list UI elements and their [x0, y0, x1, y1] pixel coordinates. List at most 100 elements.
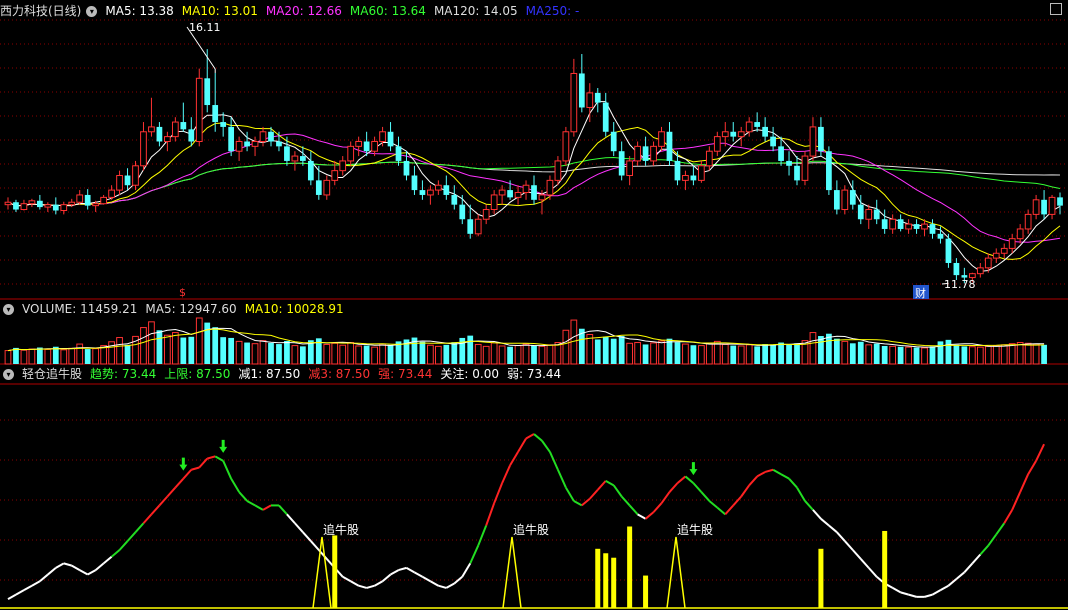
volume-bar: [28, 348, 36, 365]
signal-bar: [611, 557, 617, 608]
candle-body: [618, 151, 625, 176]
indicator-segment: [1011, 491, 1022, 511]
volume-bar: [610, 338, 617, 364]
candle-body: [929, 224, 936, 234]
volume-bar: [482, 345, 490, 365]
indicator-segment: [501, 464, 512, 484]
indicator-segment: [995, 522, 1006, 535]
candle-body: [1016, 228, 1024, 240]
indicator-segment: [700, 491, 711, 502]
indicator-title: 轻仓追牛股: [22, 367, 83, 381]
chevron-down-icon[interactable]: ▾: [3, 304, 14, 315]
candle-body: [459, 204, 466, 220]
indicator-segment: [637, 513, 647, 520]
indicator-segment: [166, 486, 177, 498]
candle-body: [818, 126, 824, 152]
indicator-segment: [1035, 443, 1045, 462]
candle-body: [44, 204, 52, 208]
candle-body: [984, 257, 992, 269]
volume-bar: [195, 317, 203, 365]
stock-title: 西力科技(日线): [0, 4, 82, 18]
indicator-signals: 追牛股 追牛股 追牛股: [0, 439, 1068, 609]
indicator-segment: [118, 540, 129, 551]
candle-body: [666, 131, 673, 161]
window-maximize-icon[interactable]: [1050, 3, 1062, 15]
candle-body: [235, 140, 243, 152]
volume-bar: [339, 344, 347, 365]
volume-bar: [658, 340, 665, 365]
indicator-segment: [366, 584, 375, 589]
indicator-segment: [549, 451, 559, 471]
indicator-segment: [644, 511, 655, 520]
volume-bar: [945, 339, 952, 364]
volume-bar: [284, 341, 290, 364]
chevron-down-icon[interactable]: ▾: [3, 369, 14, 380]
volume-bar: [690, 345, 697, 364]
candle-body: [171, 121, 179, 138]
indicator-segment: [963, 562, 974, 573]
candle-body: [434, 184, 442, 191]
volume-bar: [562, 329, 570, 365]
volume-bar: [713, 340, 721, 365]
indicator-segment: [405, 566, 415, 574]
indicator-segment: [7, 593, 17, 600]
candle-body: [363, 141, 370, 152]
signal-label: 追牛股: [513, 522, 549, 537]
candle-body: [228, 126, 235, 152]
volume-bar: [379, 343, 386, 365]
candle-body: [339, 160, 347, 172]
volume-bar: [164, 334, 171, 365]
candle-body: [841, 189, 849, 211]
indicator-segment: [939, 584, 949, 592]
candle-body: [52, 204, 59, 211]
indicator-segment: [150, 504, 161, 516]
candle-body: [826, 151, 832, 191]
volume-bar: [300, 346, 306, 364]
volume-bar: [937, 341, 944, 364]
volume-bar: [124, 344, 131, 364]
candle-body: [291, 155, 299, 162]
indicator-legend-item: 上限: 87.50: [164, 367, 231, 381]
indicator-segment: [589, 489, 599, 500]
indicator-segment: [748, 475, 758, 487]
candle-body: [809, 126, 817, 157]
indicator-segment: [860, 558, 870, 569]
candle-body: [124, 175, 131, 186]
chevron-down-icon[interactable]: ▾: [86, 6, 98, 17]
indicator-line: [7, 433, 1045, 600]
volume-bar: [921, 347, 928, 365]
volume-bar: [347, 342, 355, 365]
candle-body: [626, 160, 634, 177]
candle-body: [1041, 199, 1047, 215]
volume-bar: [1032, 343, 1040, 365]
candle-body: [116, 175, 123, 191]
indicator-segment: [796, 487, 806, 502]
candle-body: [794, 165, 800, 181]
indicator-segment: [374, 580, 384, 587]
indicator-segment: [820, 518, 830, 527]
candle-body: [347, 145, 355, 162]
indicator-segment: [708, 500, 718, 509]
volume-bar: [833, 338, 840, 364]
indicator-segment: [971, 553, 982, 565]
candle-body: [865, 209, 873, 220]
candle-body: [60, 204, 68, 211]
candle-body: [801, 155, 809, 181]
ma-legend-item: MA60: 13.64: [349, 4, 426, 18]
candle-body: [857, 204, 864, 220]
volume-bar: [92, 348, 100, 365]
candle-body: [674, 160, 681, 181]
indicator-segment: [254, 504, 264, 511]
signal-label: 追牛股: [323, 522, 359, 537]
volume-bar: [642, 344, 649, 364]
candle-body: [1057, 197, 1063, 206]
volume-bar: [291, 345, 299, 365]
volume-bar: [594, 339, 601, 364]
indicator-segment: [246, 500, 256, 507]
indicator-segment: [541, 440, 551, 453]
candle-body: [4, 201, 12, 206]
indicator-legend-item: 关注: 0.00: [440, 367, 499, 381]
indicator-segment: [23, 584, 33, 592]
candle-body: [276, 141, 282, 147]
volume-legend-item: MA10: 10028.91: [244, 302, 344, 316]
